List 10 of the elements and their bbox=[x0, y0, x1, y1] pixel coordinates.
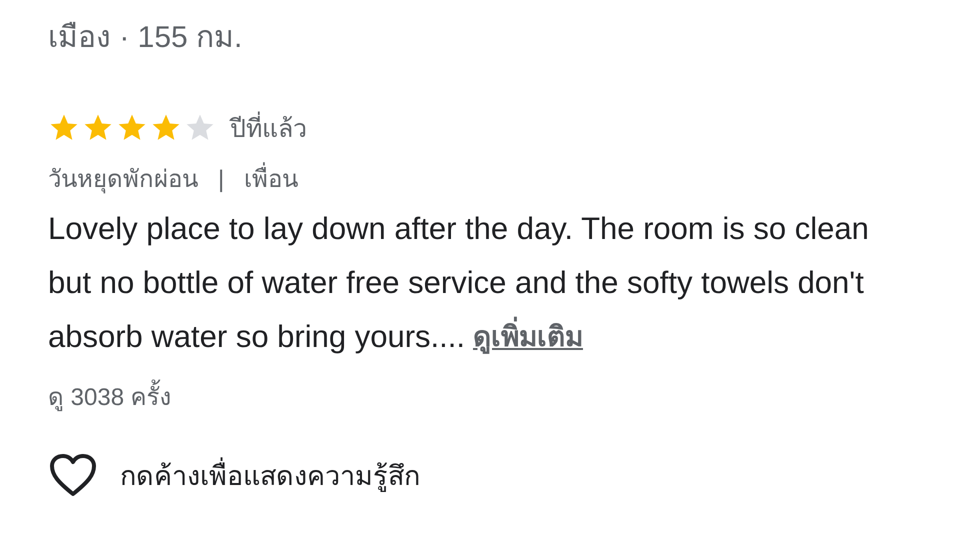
view-count: ดู 3038 ครั้ง bbox=[48, 378, 912, 418]
trip-type: วันหยุดพักผ่อน bbox=[48, 165, 198, 196]
location-distance: เมือง · 155 กม. bbox=[48, 20, 244, 56]
companion: เพื่อน bbox=[244, 162, 298, 198]
heart-icon[interactable] bbox=[48, 452, 98, 498]
review-text: Lovely place to lay down after the day. The room is so clean but no bottle of water free service and the softy towels don't absorb water so bring yours.... ดูเพิ่มเติม bbox=[48, 202, 878, 364]
see-more-link[interactable]: ดูเพิ่มเติม bbox=[472, 310, 583, 364]
reaction-hint: กดค้างเพื่อแสดงความรู้สึก bbox=[120, 454, 420, 496]
review-time: ปีที่แล้ว bbox=[230, 108, 307, 148]
separator: | bbox=[218, 165, 224, 195]
